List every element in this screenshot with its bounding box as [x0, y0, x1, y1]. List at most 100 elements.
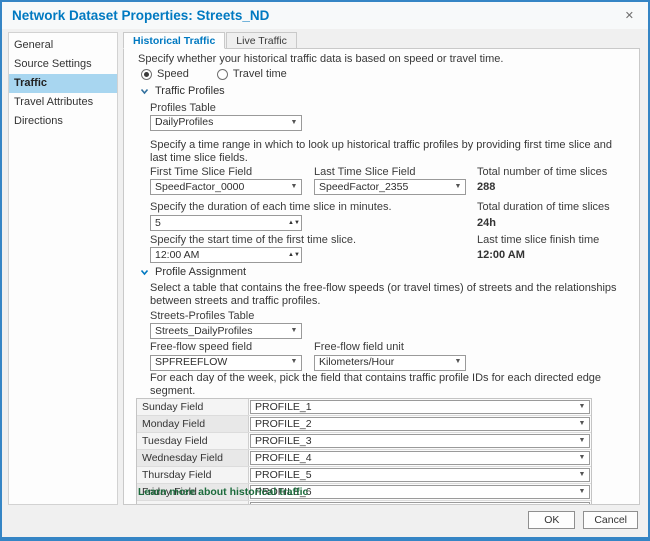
profile-assignment-section: Select a table that contains the free-fl… — [150, 282, 627, 505]
last-time-slice-dropdown[interactable]: SpeedFactor_2355 ▼ — [314, 179, 466, 195]
wednesday-field-dropdown[interactable]: PROFILE_4 ▼ — [250, 451, 590, 465]
dropdown-arrow-icon: ▼ — [575, 403, 589, 411]
chevron-down-icon — [140, 87, 149, 96]
profiles-table-dropdown[interactable]: DailyProfiles ▼ — [150, 115, 302, 131]
monday-field-value: PROFILE_2 — [255, 418, 575, 431]
table-row: Sunday Field PROFILE_1 ▼ — [137, 399, 591, 416]
traffic-profiles-header: Traffic Profiles — [155, 85, 225, 98]
thursday-field-label: Thursday Field — [137, 467, 249, 483]
free-flow-row: Free-flow speed field SPFREEFLOW ▼ Free-… — [150, 341, 627, 370]
free-flow-speed-value: SPFREEFLOW — [155, 356, 287, 369]
profile-assignment-intro: Select a table that contains the free-fl… — [150, 282, 627, 308]
start-time-input[interactable] — [151, 248, 287, 262]
chevron-down-icon — [140, 268, 149, 277]
dropdown-arrow-icon: ▼ — [575, 454, 589, 462]
ok-button[interactable]: OK — [528, 511, 575, 529]
duration-input[interactable] — [151, 216, 287, 230]
radio-unselected-icon — [217, 69, 228, 80]
sidebar-item-general[interactable]: General — [9, 36, 117, 55]
free-flow-unit-value: Kilometers/Hour — [319, 356, 451, 369]
free-flow-speed-label: Free-flow speed field — [150, 341, 314, 354]
sunday-field-value: PROFILE_1 — [255, 401, 575, 414]
first-time-slice-label: First Time Slice Field — [150, 166, 314, 179]
sidebar-item-directions[interactable]: Directions — [9, 112, 117, 131]
tab-historical-traffic[interactable]: Historical Traffic — [123, 32, 225, 49]
finish-time-value: 12:00 AM — [477, 249, 627, 262]
profiles-table-label: Profiles Table — [150, 102, 627, 115]
first-time-slice-value: SpeedFactor_0000 — [155, 181, 287, 194]
time-range-text: Specify a time range in which to look up… — [150, 139, 627, 165]
tab-strip: Historical Traffic Live Traffic — [123, 32, 640, 49]
sidebar-item-traffic[interactable]: Traffic — [9, 74, 117, 93]
time-slice-fields-row: First Time Slice Field SpeedFactor_0000 … — [150, 166, 627, 195]
table-row: Tuesday Field PROFILE_3 ▼ — [137, 433, 591, 450]
sunday-field-dropdown[interactable]: PROFILE_1 ▼ — [250, 400, 590, 414]
main-area: Historical Traffic Live Traffic Specify … — [123, 32, 640, 505]
total-duration-value: 24h — [477, 217, 627, 230]
total-slices-label: Total number of time slices — [477, 166, 627, 179]
radio-selected-icon — [141, 69, 152, 80]
free-flow-unit-label: Free-flow field unit — [314, 341, 477, 354]
dialog-title: Network Dataset Properties: Streets_ND — [12, 8, 269, 23]
table-row: Thursday Field PROFILE_5 ▼ — [137, 467, 591, 484]
historical-traffic-panel: Specify whether your historical traffic … — [123, 48, 640, 505]
tuesday-field-label: Tuesday Field — [137, 433, 249, 449]
profile-assignment-header: Profile Assignment — [155, 266, 246, 279]
sidebar-item-source-settings[interactable]: Source Settings — [9, 55, 117, 74]
profiles-table-value: DailyProfiles — [155, 116, 287, 129]
dialog-footer: OK Cancel — [2, 507, 648, 537]
free-flow-speed-dropdown[interactable]: SPFREEFLOW ▼ — [150, 355, 302, 371]
saturday-field-value: PROFILE_7 — [255, 503, 575, 505]
spinner-arrows-icon[interactable]: ▲▼ — [287, 248, 301, 262]
radio-speed[interactable]: Speed — [141, 68, 189, 81]
duration-row: Specify the duration of each time slice … — [150, 201, 627, 230]
start-time-spinner[interactable]: ▲▼ — [150, 247, 302, 263]
tab-live-traffic[interactable]: Live Traffic — [226, 32, 297, 49]
last-time-slice-value: SpeedFactor_2355 — [319, 181, 451, 194]
thursday-field-dropdown[interactable]: PROFILE_5 ▼ — [250, 468, 590, 482]
last-time-slice-label: Last Time Slice Field — [314, 166, 477, 179]
close-icon[interactable]: ✕ — [621, 7, 638, 24]
dropdown-arrow-icon: ▼ — [575, 420, 589, 428]
free-flow-unit-dropdown[interactable]: Kilometers/Hour ▼ — [314, 355, 466, 371]
total-duration-label: Total duration of time slices — [477, 201, 627, 214]
cancel-button[interactable]: Cancel — [583, 511, 638, 529]
dropdown-arrow-icon: ▼ — [575, 488, 589, 496]
traffic-basis-radio-group: Speed Travel time — [141, 68, 627, 81]
radio-speed-label: Speed — [157, 68, 189, 81]
intro-text: Specify whether your historical traffic … — [138, 53, 627, 66]
streets-profiles-table-label: Streets-Profiles Table — [150, 310, 627, 323]
saturday-field-dropdown[interactable]: PROFILE_7 ▼ — [250, 502, 590, 505]
dropdown-arrow-icon: ▼ — [287, 119, 301, 127]
tuesday-field-value: PROFILE_3 — [255, 435, 575, 448]
dropdown-arrow-icon: ▼ — [575, 471, 589, 479]
duration-spinner[interactable]: ▲▼ — [150, 215, 302, 231]
streets-profiles-table-value: Streets_DailyProfiles — [155, 325, 287, 338]
thursday-field-value: PROFILE_5 — [255, 469, 575, 482]
traffic-profiles-expander[interactable]: Traffic Profiles — [140, 85, 627, 98]
total-slices-value: 288 — [477, 181, 627, 194]
sidebar-item-travel-attributes[interactable]: Travel Attributes — [9, 93, 117, 112]
radio-travel-time[interactable]: Travel time — [217, 68, 287, 81]
table-row: Saturday Field PROFILE_7 ▼ — [137, 501, 591, 505]
tuesday-field-dropdown[interactable]: PROFILE_3 ▼ — [250, 434, 590, 448]
dialog-body: General Source Settings Traffic Travel A… — [2, 29, 648, 507]
sunday-field-label: Sunday Field — [137, 399, 249, 415]
streets-profiles-table-dropdown[interactable]: Streets_DailyProfiles ▼ — [150, 323, 302, 339]
days-text: For each day of the week, pick the field… — [150, 372, 627, 398]
monday-field-dropdown[interactable]: PROFILE_2 ▼ — [250, 417, 590, 431]
monday-field-label: Monday Field — [137, 416, 249, 432]
finish-time-label: Last time slice finish time — [477, 234, 627, 247]
learn-more-link[interactable]: Learn more about historical traffic — [138, 486, 308, 499]
table-row: Monday Field PROFILE_2 ▼ — [137, 416, 591, 433]
network-dataset-properties-dialog: Network Dataset Properties: Streets_ND ✕… — [0, 0, 650, 541]
start-time-row: Specify the start time of the first time… — [150, 234, 627, 263]
first-time-slice-dropdown[interactable]: SpeedFactor_0000 ▼ — [150, 179, 302, 195]
wednesday-field-value: PROFILE_4 — [255, 452, 575, 465]
wednesday-field-label: Wednesday Field — [137, 450, 249, 466]
table-row: Wednesday Field PROFILE_4 ▼ — [137, 450, 591, 467]
spinner-arrows-icon[interactable]: ▲▼ — [287, 216, 301, 230]
dropdown-arrow-icon: ▼ — [287, 358, 301, 366]
duration-text: Specify the duration of each time slice … — [150, 201, 477, 214]
profile-assignment-expander[interactable]: Profile Assignment — [140, 266, 627, 279]
